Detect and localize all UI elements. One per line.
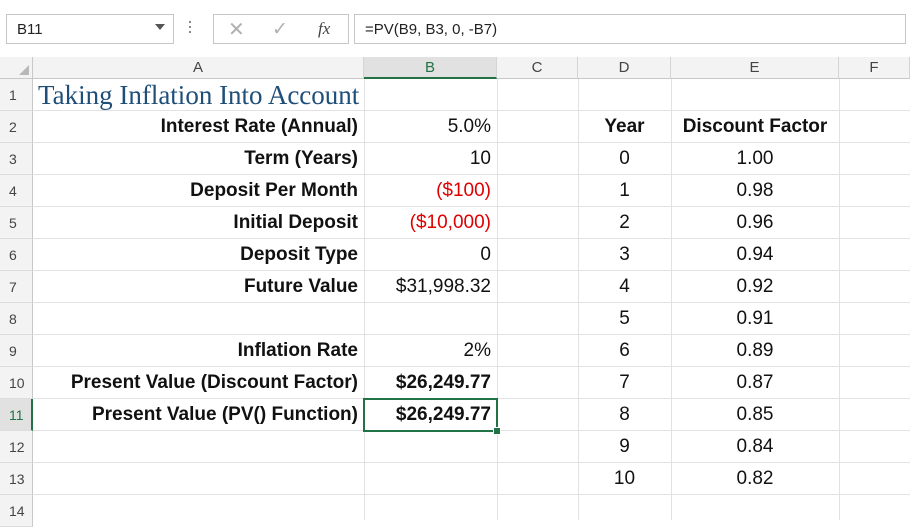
- row-header-6[interactable]: 6: [0, 239, 33, 271]
- row-header-13[interactable]: 13: [0, 463, 33, 495]
- year-cell[interactable]: 5: [578, 303, 671, 335]
- formula-text: =PV(B9, B3, 0, -B7): [365, 21, 498, 38]
- fill-handle[interactable]: [493, 427, 501, 435]
- year-cell[interactable]: 0: [578, 143, 671, 175]
- column-header-d[interactable]: D: [578, 57, 671, 79]
- chevron-down-icon[interactable]: [155, 24, 165, 30]
- label-pv-function[interactable]: Present Value (PV() Function): [33, 399, 364, 431]
- header-year[interactable]: Year: [578, 111, 671, 143]
- factor-cell[interactable]: 0.89: [671, 335, 839, 367]
- header-discount-factor[interactable]: Discount Factor: [671, 111, 839, 143]
- name-box[interactable]: B11: [6, 14, 174, 44]
- label-deposit-type[interactable]: Deposit Type: [33, 239, 364, 271]
- formula-buttons: ✕ ✓ fx: [213, 14, 349, 44]
- factor-cell[interactable]: 0.94: [671, 239, 839, 271]
- year-cell[interactable]: 1: [578, 175, 671, 207]
- row-header-12[interactable]: 12: [0, 431, 33, 463]
- row-header-10[interactable]: 10: [0, 367, 33, 399]
- factor-cell[interactable]: 0.82: [671, 463, 839, 495]
- row-header-8[interactable]: 8: [0, 303, 33, 335]
- select-all-icon: [19, 65, 29, 75]
- row-header-11[interactable]: 11: [0, 399, 33, 431]
- label-future-value[interactable]: Future Value: [33, 271, 364, 303]
- active-cell-border: [363, 398, 498, 432]
- label-term[interactable]: Term (Years): [33, 143, 364, 175]
- row-header-14[interactable]: 14: [0, 495, 33, 527]
- year-cell[interactable]: 7: [578, 367, 671, 399]
- drag-handle-icon[interactable]: [188, 18, 192, 40]
- gridline: [839, 79, 840, 520]
- label-initial-deposit[interactable]: Initial Deposit: [33, 207, 364, 239]
- gridline: [497, 79, 498, 520]
- row-header-1[interactable]: 1: [0, 79, 33, 111]
- insert-function-icon[interactable]: fx: [318, 19, 330, 39]
- label-pv-discount-factor[interactable]: Present Value (Discount Factor): [33, 367, 364, 399]
- value-term[interactable]: 10: [364, 143, 497, 175]
- factor-cell[interactable]: 1.00: [671, 143, 839, 175]
- factor-cell[interactable]: 0.84: [671, 431, 839, 463]
- label-inflation-rate[interactable]: Inflation Rate: [33, 335, 364, 367]
- value-deposit-per-month[interactable]: ($100): [364, 175, 497, 207]
- cancel-icon[interactable]: ✕: [228, 17, 245, 42]
- factor-cell[interactable]: 0.85: [671, 399, 839, 431]
- sheet-title[interactable]: Taking Inflation Into Account: [38, 79, 538, 111]
- factor-cell[interactable]: 0.91: [671, 303, 839, 335]
- column-header-a[interactable]: A: [33, 57, 364, 79]
- value-initial-deposit[interactable]: ($10,000): [364, 207, 497, 239]
- value-interest-rate[interactable]: 5.0%: [364, 111, 497, 143]
- year-cell[interactable]: 10: [578, 463, 671, 495]
- label-deposit-per-month[interactable]: Deposit Per Month: [33, 175, 364, 207]
- formula-bar-area: B11 ✕ ✓ fx =PV(B9, B3, 0, -B7): [0, 0, 910, 58]
- factor-cell[interactable]: 0.87: [671, 367, 839, 399]
- factor-cell[interactable]: 0.96: [671, 207, 839, 239]
- year-cell[interactable]: 3: [578, 239, 671, 271]
- select-all-button[interactable]: [0, 57, 33, 79]
- row-header-7[interactable]: 7: [0, 271, 33, 303]
- row-header-5[interactable]: 5: [0, 207, 33, 239]
- year-cell[interactable]: 4: [578, 271, 671, 303]
- row-header-9[interactable]: 9: [0, 335, 33, 367]
- column-header-c[interactable]: C: [497, 57, 578, 79]
- row-header-2[interactable]: 2: [0, 111, 33, 143]
- value-future-value[interactable]: $31,998.32: [364, 271, 497, 303]
- column-header-e[interactable]: E: [671, 57, 839, 79]
- row-header-3[interactable]: 3: [0, 143, 33, 175]
- column-header-b[interactable]: B: [364, 57, 497, 79]
- column-header-f[interactable]: F: [839, 57, 910, 79]
- factor-cell[interactable]: 0.98: [671, 175, 839, 207]
- row-header-4[interactable]: 4: [0, 175, 33, 207]
- value-inflation-rate[interactable]: 2%: [364, 335, 497, 367]
- formula-input[interactable]: =PV(B9, B3, 0, -B7): [354, 14, 906, 44]
- label-interest-rate[interactable]: Interest Rate (Annual): [33, 111, 364, 143]
- name-box-value: B11: [17, 21, 43, 38]
- value-pv-discount-factor[interactable]: $26,249.77: [364, 367, 497, 399]
- factor-cell[interactable]: 0.92: [671, 271, 839, 303]
- year-cell[interactable]: 2: [578, 207, 671, 239]
- year-cell[interactable]: 9: [578, 431, 671, 463]
- year-cell[interactable]: 6: [578, 335, 671, 367]
- value-deposit-type[interactable]: 0: [364, 239, 497, 271]
- worksheet-grid[interactable]: A B C D E F 1 2 3 4 5 6 7 8 9 10 11 12 1…: [0, 57, 910, 527]
- checkmark-icon[interactable]: ✓: [272, 18, 288, 41]
- year-cell[interactable]: 8: [578, 399, 671, 431]
